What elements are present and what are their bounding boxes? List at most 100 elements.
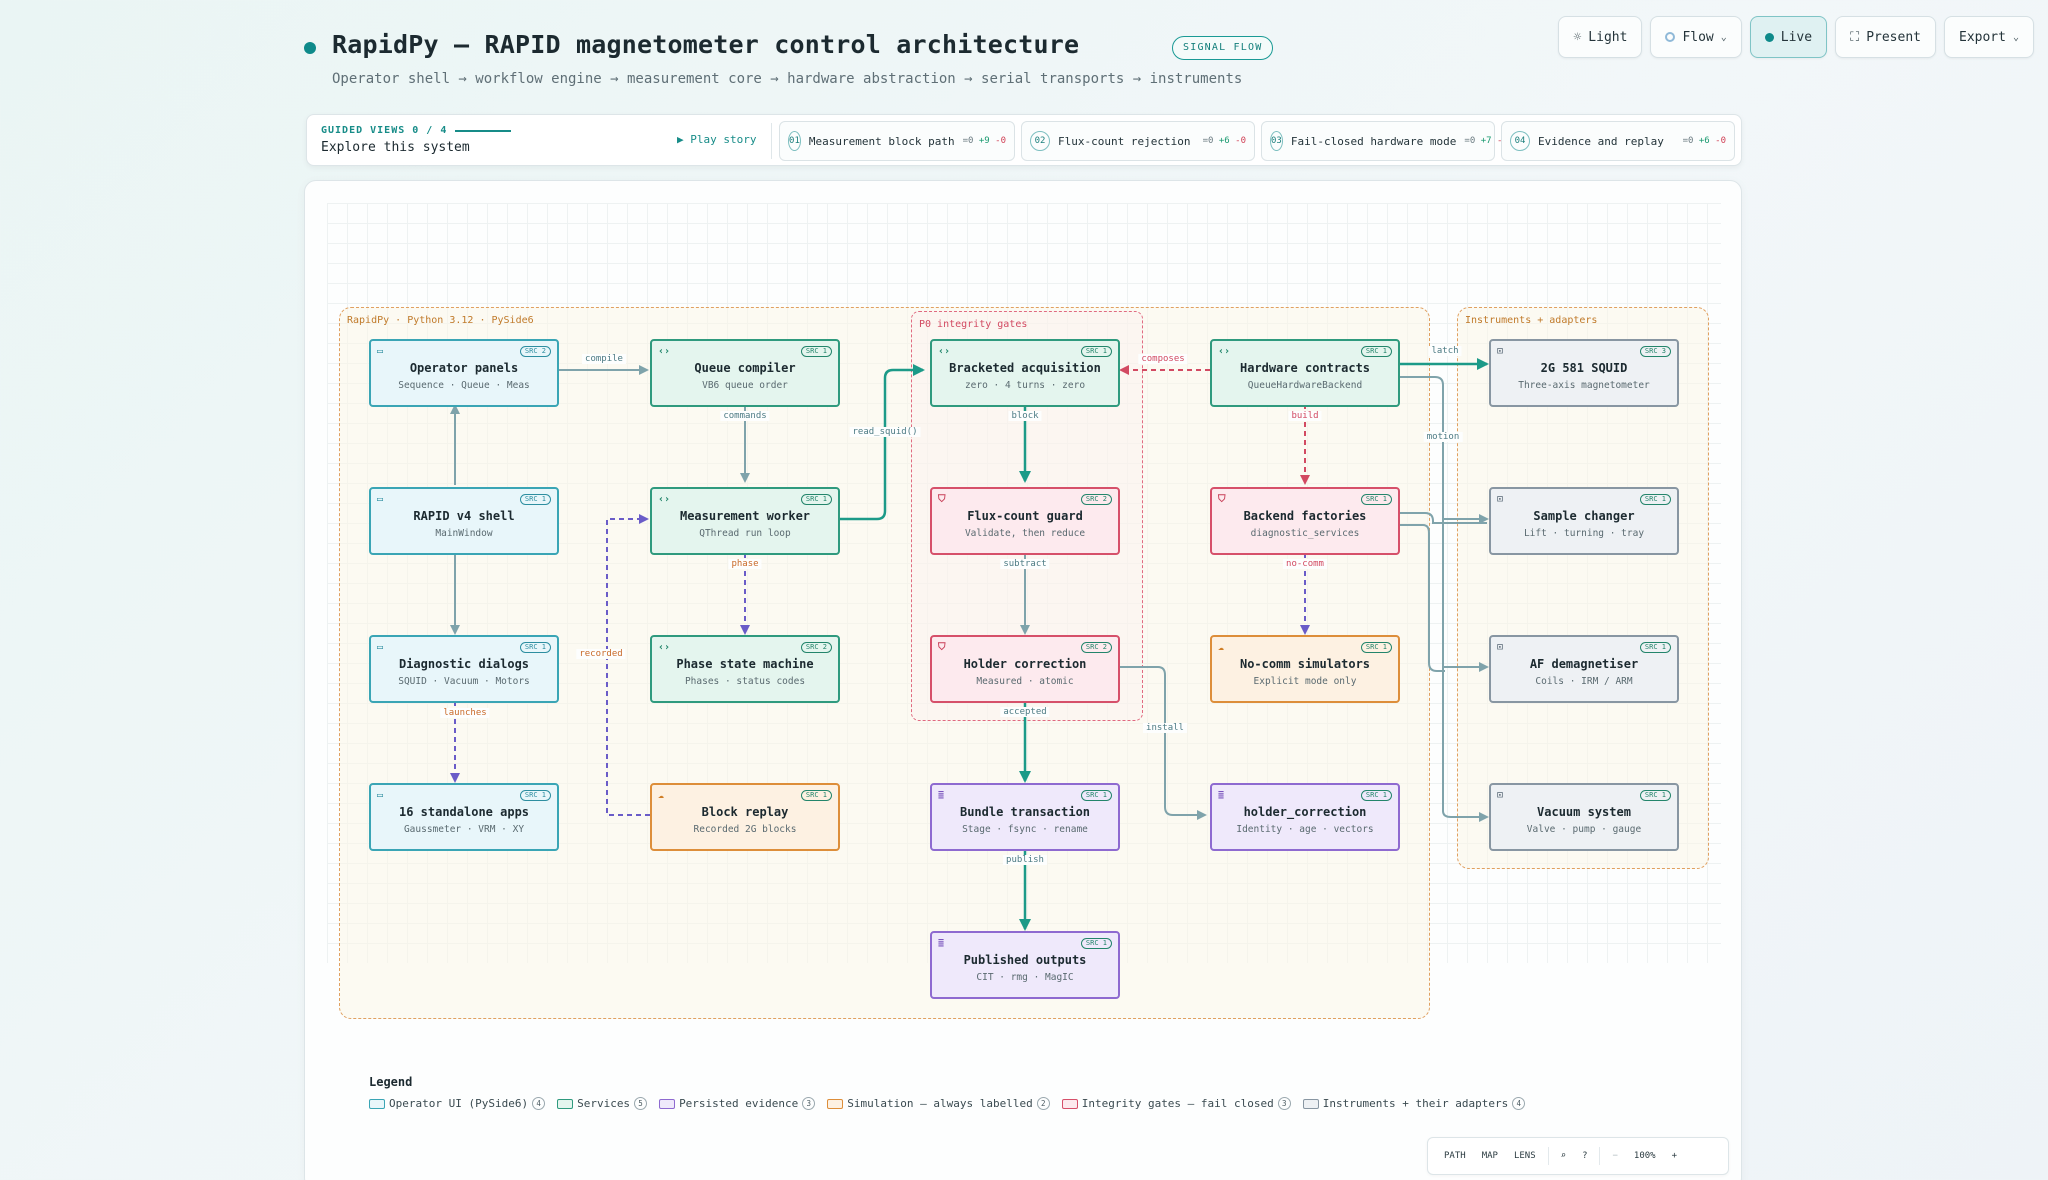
legend-swatch [659,1098,676,1109]
story-delta: =0 +6 -0 [1682,136,1726,146]
search-icon[interactable]: ⌕ [1553,1151,1574,1161]
node-title: 2G 581 SQUID [1540,361,1628,375]
node-rapid-shell[interactable]: ▭ SRC 1 RAPID v4 shell MainWindow [369,487,559,555]
node-bracketed-acquisition[interactable]: ‹› SRC 1 Bracketed acquisition zero · 4 … [930,339,1120,407]
legend-swatch [1061,1098,1078,1109]
story-number: 04 [1510,131,1530,151]
legend-item-integrity-gates[interactable]: Integrity gates — fail closed 3 [1061,1097,1291,1110]
node-subtitle: Recorded 2G blocks [693,824,797,835]
node-subtitle: Lift · turning · tray [1523,528,1645,539]
light-theme-button[interactable]: ☼ Light [1558,16,1643,58]
src-badge: SRC 1 [1080,346,1112,357]
present-button[interactable]: ⛶ Present [1835,16,1936,58]
node-holder-correction[interactable]: ⛉ SRC 2 Holder correction Measured · ato… [930,635,1120,703]
node-flux-count-guard[interactable]: ⛉ SRC 2 Flux-count guard Validate, then … [930,487,1120,555]
plug-icon: ⊡ [1497,494,1504,505]
title-status-dot [304,42,316,54]
legend-count: 3 [1277,1097,1291,1110]
node-no-comm-simulators[interactable]: ☁ SRC 1 No-comm simulators Explicit mode… [1210,635,1400,703]
flow-dropdown[interactable]: Flow ⌄ [1650,16,1742,58]
export-dropdown[interactable]: Export ⌄ [1944,16,2034,58]
src-badge: SRC 1 [1080,938,1112,949]
play-story-button[interactable]: ▶ Play story [677,133,756,146]
cloud-icon: ☁ [658,790,665,801]
node-title: Sample changer [1533,509,1635,523]
src-badge: SRC 1 [1360,346,1392,357]
zoom-out-button[interactable]: − [1604,1151,1625,1161]
legend-item-persisted-evidence[interactable]: Persisted evidence 3 [659,1097,816,1110]
story-flux-count-rejection[interactable]: 02 Flux-count rejection =0 +6 -0 [1021,121,1255,161]
node-standalone-apps[interactable]: ▭ SRC 1 16 standalone apps Gaussmeter · … [369,783,559,851]
zoom-in-button[interactable]: + [1664,1151,1685,1161]
node-title: Queue compiler [694,361,796,375]
node-holder-correction-store[interactable]: ≣ SRC 1 holder_correction Identity · age… [1210,783,1400,851]
lens-button[interactable]: LENS [1506,1151,1544,1161]
legend-label: Simulation — always labelled [847,1097,1033,1110]
edge-label-no-comm: no-comm [1283,559,1327,569]
src-badge: SRC 1 [519,494,551,505]
divider [771,123,772,159]
legend-item-simulation[interactable]: Simulation — always labelled 2 [827,1097,1050,1110]
edge-label-compile: compile [582,354,626,364]
node-subtitle: Stage · fsync · rename [962,824,1088,835]
database-icon: ≣ [938,790,945,801]
edge-recorded [606,514,650,816]
node-subtitle: QueueHardwareBackend [1247,380,1363,391]
legend-swatch [827,1098,844,1109]
node-block-replay[interactable]: ☁ SRC 1 Block replay Recorded 2G blocks [650,783,840,851]
story-number: 02 [1030,131,1050,151]
help-icon[interactable]: ? [1574,1151,1595,1161]
legend-label: Persisted evidence [679,1097,799,1110]
node-subtitle: zero · 4 turns · zero [964,380,1086,391]
node-sample-changer[interactable]: ⊡ SRC 1 Sample changer Lift · turning · … [1489,487,1679,555]
map-button[interactable]: MAP [1474,1151,1506,1161]
cloud-icon: ☁ [1218,642,1225,653]
node-queue-compiler[interactable]: ‹› SRC 1 Queue compiler VB6 queue order [650,339,840,407]
story-label: Measurement block path [808,134,955,148]
shield-icon: ⛉ [938,642,946,653]
node-title: RAPID v4 shell [413,509,515,523]
story-evidence-and-replay[interactable]: 04 Evidence and replay =0 +6 -0 [1501,121,1735,161]
edge-label-phase: phase [728,559,762,569]
node-bundle-transaction[interactable]: ≣ SRC 1 Bundle transaction Stage · fsync… [930,783,1120,851]
node-operator-panels[interactable]: ▭ SRC 2 Operator panels Sequence · Queue… [369,339,559,407]
shield-icon: ⛉ [1218,494,1226,505]
edge-label-publish: publish [1003,855,1047,865]
src-badge: SRC 2 [1080,642,1112,653]
diagram-canvas[interactable]: RapidPy · Python 3.12 · PySide6 P0 integ… [304,180,1742,1180]
export-label: Export [1959,29,2006,45]
chevron-down-icon: ⌄ [2012,31,2019,43]
legend-label: Services [577,1097,631,1110]
edge-motion [1400,376,1489,822]
node-af-demagnetiser[interactable]: ⊡ SRC 1 AF demagnetiser Coils · IRM / AR… [1489,635,1679,703]
database-icon: ≣ [938,938,945,949]
window-icon: ▭ [377,494,384,505]
node-subtitle: Validate, then reduce [964,528,1086,539]
present-label: Present [1866,29,1921,45]
src-badge: SRC 1 [1639,642,1671,653]
path-button[interactable]: PATH [1436,1151,1474,1161]
story-fail-closed-hardware-mode[interactable]: 03 Fail-closed hardware mode =0 +7 -0 [1261,121,1508,161]
story-measurement-block-path[interactable]: 01 Measurement block path =0 +9 -0 [779,121,1015,161]
guided-views-bar: GUIDED VIEWS 0 / 4 Explore this system ▶… [306,114,1742,166]
node-subtitle: Coils · IRM / ARM [1535,676,1633,687]
legend: Operator UI (PySide6) 4 Services 5 Persi… [369,1097,1531,1110]
node-2g-581-squid[interactable]: ⊡ SRC 3 2G 581 SQUID Three-axis magnetom… [1489,339,1679,407]
live-toggle[interactable]: Live [1749,16,1828,58]
node-published-outputs[interactable]: ≣ SRC 1 Published outputs CIT · rmg · Ma… [930,931,1120,999]
node-diagnostic-dialogs[interactable]: ▭ SRC 1 Diagnostic dialogs SQUID · Vacuu… [369,635,559,703]
src-badge: SRC 3 [1639,346,1671,357]
edge-label-latch: latch [1428,346,1462,356]
story-number: 01 [788,131,801,151]
node-measurement-worker[interactable]: ‹› SRC 1 Measurement worker QThread run … [650,487,840,555]
story-label: Evidence and replay [1538,134,1664,148]
plug-icon: ⊡ [1497,790,1504,801]
legend-item-instruments[interactable]: Instruments + their adapters 4 [1302,1097,1526,1110]
legend-item-services[interactable]: Services 5 [557,1097,648,1110]
legend-item-operator-ui[interactable]: Operator UI (PySide6) 4 [369,1097,546,1110]
node-backend-factories[interactable]: ⛉ SRC 1 Backend factories diagnostic_ser… [1210,487,1400,555]
story-delta: =0 +6 -0 [1202,136,1246,146]
node-phase-state-machine[interactable]: ‹› SRC 2 Phase state machine Phases · st… [650,635,840,703]
node-hardware-contracts[interactable]: ‹› SRC 1 Hardware contracts QueueHardwar… [1210,339,1400,407]
node-vacuum-system[interactable]: ⊡ SRC 1 Vacuum system Valve · pump · gau… [1489,783,1679,851]
